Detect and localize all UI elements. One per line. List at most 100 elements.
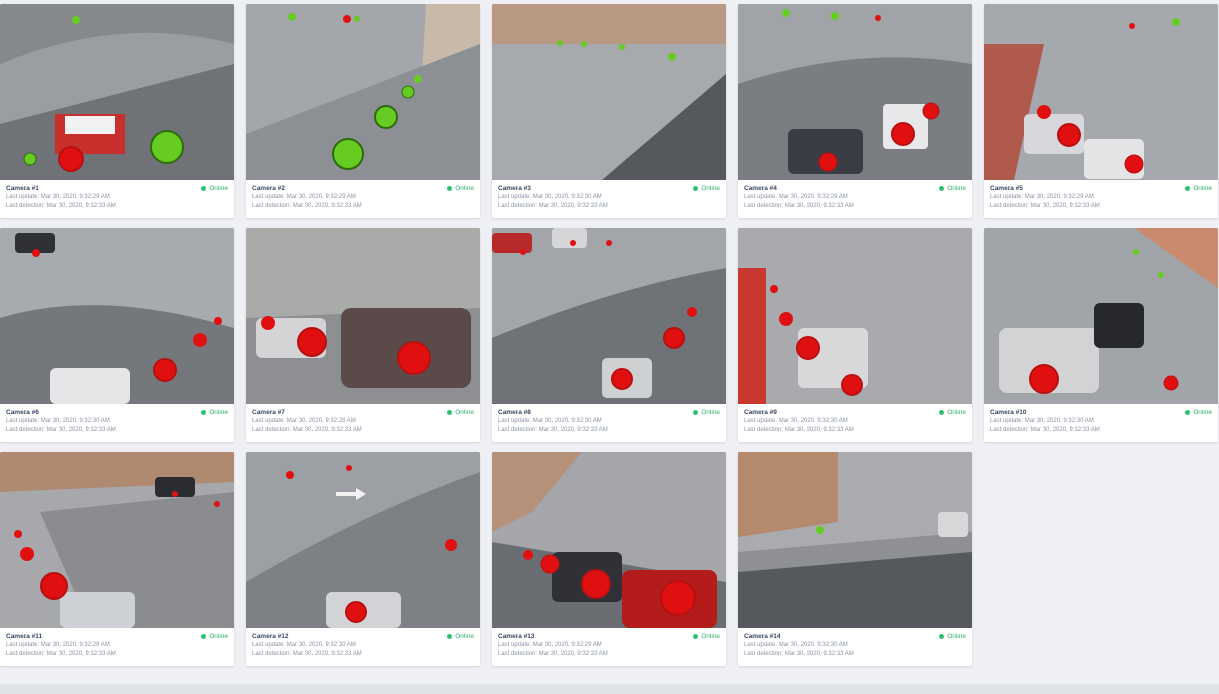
last-detection: Last detection: Mar 30, 2020, 9:32:33 AM bbox=[744, 427, 854, 433]
free-spot-marker bbox=[557, 40, 563, 46]
camera-feed[interactable] bbox=[492, 452, 726, 628]
camera-feed[interactable] bbox=[984, 4, 1218, 180]
camera-name: Camera #14 bbox=[744, 633, 781, 640]
free-spot-marker bbox=[332, 138, 364, 170]
camera-feed[interactable] bbox=[492, 4, 726, 180]
camera-card[interactable]: Camera #8 Last update: Mar 30, 2020, 9:3… bbox=[492, 228, 726, 442]
camera-name: Camera #10 bbox=[990, 409, 1027, 416]
last-update: Last update: Mar 30, 2020, 9:32:29 AM bbox=[990, 194, 1094, 200]
occupied-spot-marker bbox=[663, 327, 685, 349]
last-detection: Last detection: Mar 30, 2020, 9:32:33 AM bbox=[252, 203, 362, 209]
last-detection: Last detection: Mar 30, 2020, 9:32:33 AM bbox=[6, 427, 116, 433]
camera-card[interactable]: Camera #9 Last update: Mar 30, 2020, 9:3… bbox=[738, 228, 972, 442]
camera-feed[interactable] bbox=[738, 452, 972, 628]
camera-name: Camera #5 bbox=[990, 185, 1023, 192]
occupied-spot-marker bbox=[397, 341, 431, 375]
camera-feed[interactable] bbox=[738, 228, 972, 404]
camera-card[interactable]: Camera #14 Last update: Mar 30, 2020, 9:… bbox=[738, 452, 972, 666]
occupied-spot-marker bbox=[20, 547, 34, 561]
camera-card[interactable]: Camera #2 Last update: Mar 30, 2020, 9:3… bbox=[246, 4, 480, 218]
occupied-spot-marker bbox=[660, 580, 696, 616]
camera-grid: Camera #1 Last update: Mar 30, 2020, 9:3… bbox=[0, 4, 1219, 666]
camera-card[interactable]: Camera #12 Last update: Mar 30, 2020, 9:… bbox=[246, 452, 480, 666]
camera-feed[interactable] bbox=[246, 228, 480, 404]
occupied-spot-marker bbox=[297, 327, 327, 357]
occupied-spot-marker bbox=[770, 285, 778, 293]
camera-feed[interactable] bbox=[738, 4, 972, 180]
status-dot-icon bbox=[939, 634, 945, 639]
status-badge: Online bbox=[1185, 184, 1212, 193]
occupied-spot-marker bbox=[1124, 154, 1144, 174]
camera-feed[interactable] bbox=[492, 228, 726, 404]
camera-feed[interactable] bbox=[984, 228, 1218, 404]
camera-name: Camera #2 bbox=[252, 185, 285, 192]
free-spot-marker bbox=[374, 105, 398, 129]
status-badge: Online bbox=[939, 632, 966, 641]
last-update: Last update: Mar 30, 2020, 9:32:30 AM bbox=[498, 418, 602, 424]
occupied-spot-marker bbox=[1057, 123, 1081, 147]
camera-card[interactable]: Camera #11 Last update: Mar 30, 2020, 9:… bbox=[0, 452, 234, 666]
occupied-spot-marker bbox=[172, 491, 178, 497]
occupied-spot-marker bbox=[891, 122, 915, 146]
occupied-spot-marker bbox=[581, 569, 611, 599]
free-spot-marker bbox=[782, 9, 790, 17]
occupied-spot-marker bbox=[818, 152, 838, 172]
camera-feed[interactable] bbox=[0, 4, 234, 180]
camera-name: Camera #4 bbox=[744, 185, 777, 192]
status-dot-icon bbox=[201, 634, 207, 639]
free-spot-marker bbox=[401, 85, 415, 99]
camera-card[interactable]: Camera #7 Last update: Mar 30, 2020, 9:3… bbox=[246, 228, 480, 442]
camera-feed[interactable] bbox=[246, 452, 480, 628]
free-spot-marker bbox=[1158, 272, 1164, 278]
camera-card[interactable]: Camera #5 Last update: Mar 30, 2020, 9:3… bbox=[984, 4, 1218, 218]
occupied-spot-marker bbox=[445, 539, 457, 551]
camera-feed[interactable] bbox=[246, 4, 480, 180]
status-dot-icon bbox=[693, 186, 699, 191]
last-update: Last update: Mar 30, 2020, 9:32:30 AM bbox=[6, 418, 110, 424]
occupied-spot-marker bbox=[261, 316, 275, 330]
occupied-spot-marker bbox=[153, 358, 177, 382]
status-dot-icon bbox=[447, 186, 453, 191]
camera-card[interactable]: Camera #4 Last update: Mar 30, 2020, 9:3… bbox=[738, 4, 972, 218]
camera-name: Camera #7 bbox=[252, 409, 285, 416]
last-detection: Last detection: Mar 30, 2020, 9:32:33 AM bbox=[498, 427, 608, 433]
occupied-spot-marker bbox=[875, 15, 881, 21]
camera-card[interactable]: Camera #13 Last update: Mar 30, 2020, 9:… bbox=[492, 452, 726, 666]
last-detection: Last detection: Mar 30, 2020, 9:32:33 AM bbox=[498, 651, 608, 657]
camera-card[interactable]: Camera #3 Last update: Mar 30, 2020, 9:3… bbox=[492, 4, 726, 218]
camera-name: Camera #11 bbox=[6, 633, 43, 640]
occupied-spot-marker bbox=[214, 317, 222, 325]
camera-card[interactable]: Camera #6 Last update: Mar 30, 2020, 9:3… bbox=[0, 228, 234, 442]
free-spot-marker bbox=[668, 53, 676, 61]
status-dot-icon bbox=[939, 186, 945, 191]
occupied-spot-marker bbox=[520, 249, 526, 255]
camera-feed[interactable] bbox=[0, 228, 234, 404]
last-update: Last update: Mar 30, 2020, 9:32:28 AM bbox=[6, 642, 110, 648]
occupied-spot-marker bbox=[1037, 105, 1051, 119]
camera-card[interactable]: Camera #10 Last update: Mar 30, 2020, 9:… bbox=[984, 228, 1218, 442]
status-badge: Online bbox=[1185, 408, 1212, 417]
occupied-spot-marker bbox=[570, 240, 576, 246]
occupied-spot-marker bbox=[523, 550, 533, 560]
occupied-spot-marker bbox=[687, 307, 697, 317]
occupied-spot-marker bbox=[1129, 23, 1135, 29]
last-detection: Last detection: Mar 30, 2020, 9:32:33 AM bbox=[990, 427, 1100, 433]
last-update: Last update: Mar 30, 2020, 9:32:30 AM bbox=[990, 418, 1094, 424]
last-update: Last update: Mar 30, 2020, 9:32:29 AM bbox=[252, 194, 356, 200]
camera-card[interactable]: Camera #1 Last update: Mar 30, 2020, 9:3… bbox=[0, 4, 234, 218]
last-update: Last update: Mar 30, 2020, 9:32:30 AM bbox=[252, 642, 356, 648]
free-spot-marker bbox=[816, 526, 824, 534]
status-badge: Online bbox=[939, 184, 966, 193]
free-spot-marker bbox=[72, 16, 80, 24]
free-spot-marker bbox=[1172, 18, 1180, 26]
status-badge: Online bbox=[447, 408, 474, 417]
status-badge: Online bbox=[693, 632, 720, 641]
occupied-spot-marker bbox=[193, 333, 207, 347]
occupied-spot-marker bbox=[796, 336, 820, 360]
last-detection: Last detection: Mar 30, 2020, 9:32:33 AM bbox=[498, 203, 608, 209]
status-dot-icon bbox=[693, 634, 699, 639]
occupied-spot-marker bbox=[922, 102, 940, 120]
free-spot-marker bbox=[23, 152, 37, 166]
camera-feed[interactable] bbox=[0, 452, 234, 628]
occupied-spot-marker bbox=[841, 374, 863, 396]
